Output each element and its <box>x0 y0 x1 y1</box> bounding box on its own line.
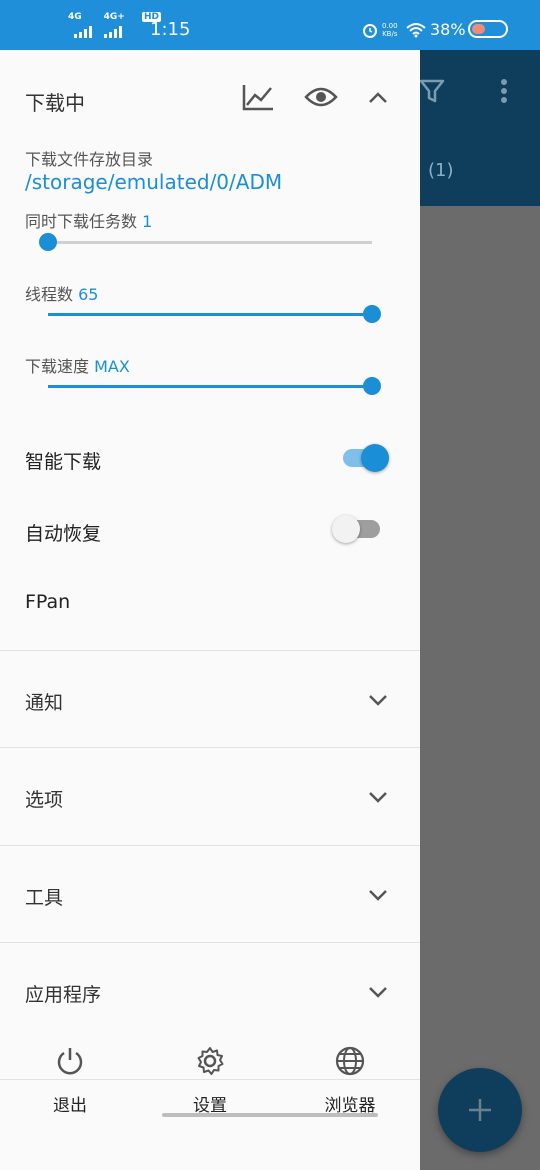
filter-icon[interactable] <box>419 78 445 104</box>
concurrent-value: 1 <box>142 212 153 231</box>
drawer-title: 下载中 <box>25 91 85 115</box>
status-bar: 4G 4G+ HD 1:15 0.00 KB/s 38% <box>0 0 540 50</box>
chevron-down-icon <box>369 792 387 803</box>
smart-download-knob <box>361 444 389 472</box>
speed-label: 下载速度 MAX <box>25 357 130 376</box>
section-tools[interactable]: 工具 <box>0 846 420 942</box>
speed-slider-thumb[interactable] <box>363 377 381 395</box>
globe-icon <box>335 1046 365 1076</box>
folder-label: 下载文件存放目录 <box>25 150 154 169</box>
concurrent-slider[interactable] <box>39 233 372 251</box>
section-label: 选项 <box>25 789 64 811</box>
threads-value: 65 <box>78 285 99 304</box>
section-options[interactable]: 选项 <box>0 748 420 844</box>
download-count: (1) <box>428 160 454 181</box>
more-vert-icon[interactable] <box>500 78 508 104</box>
chevron-down-icon <box>369 695 387 706</box>
battery-icon <box>468 20 508 38</box>
auto-resume-toggle[interactable] <box>332 515 380 543</box>
net-speed: 0.00 KB/s <box>382 22 398 38</box>
speed-slider[interactable] <box>48 377 381 395</box>
signal-indicators: 4G 4G+ HD <box>68 12 161 22</box>
chart-icon[interactable] <box>242 83 274 111</box>
clock: 1:15 <box>150 19 191 40</box>
concurrent-slider-thumb[interactable] <box>39 233 57 251</box>
concurrent-label: 同时下载任务数 1 <box>25 212 153 231</box>
alarm-icon <box>363 24 377 38</box>
chevron-down-icon <box>369 890 387 901</box>
signal-bars-icon <box>74 26 122 38</box>
exit-label: 退出 <box>53 1096 87 1116</box>
smart-download-label: 智能下载 <box>25 451 102 473</box>
exit-button[interactable]: 退出 <box>20 1045 120 1116</box>
threads-slider[interactable] <box>48 305 381 323</box>
speed-value: MAX <box>94 357 130 376</box>
home-indicator <box>162 1113 378 1117</box>
gear-icon <box>197 1047 224 1075</box>
section-apps[interactable]: 应用程序 <box>0 943 420 1039</box>
section-notifications[interactable]: 通知 <box>0 651 420 747</box>
browser-button[interactable]: 浏览器 <box>300 1045 400 1116</box>
settings-button[interactable]: 设置 <box>160 1045 260 1116</box>
wifi-icon <box>406 23 426 38</box>
folder-path[interactable]: /storage/emulated/0/ADM <box>25 170 282 194</box>
navigation-drawer: 下载中 下载文件存放目录 /storage/emulated/0/ADM 同时下… <box>0 50 420 1170</box>
power-icon <box>57 1048 83 1075</box>
fpan-item[interactable]: FPan <box>25 591 70 613</box>
threads-label: 线程数 65 <box>25 285 99 304</box>
section-label: 工具 <box>25 887 64 909</box>
plus-icon <box>469 1099 491 1121</box>
chevron-down-icon <box>369 987 387 998</box>
background-app-bar <box>420 50 540 206</box>
section-label: 通知 <box>25 692 64 714</box>
add-download-button[interactable] <box>438 1068 522 1152</box>
smart-download-toggle[interactable] <box>343 444 389 472</box>
auto-resume-label: 自动恢复 <box>25 523 102 545</box>
section-label: 应用程序 <box>25 984 102 1006</box>
eye-icon[interactable] <box>304 85 338 109</box>
chevron-up-icon[interactable] <box>368 91 388 105</box>
auto-resume-knob <box>332 515 360 543</box>
threads-slider-thumb[interactable] <box>363 305 381 323</box>
battery-percent: 38% <box>430 20 466 39</box>
speed-slider-fill <box>48 385 372 388</box>
threads-slider-fill <box>48 313 372 316</box>
